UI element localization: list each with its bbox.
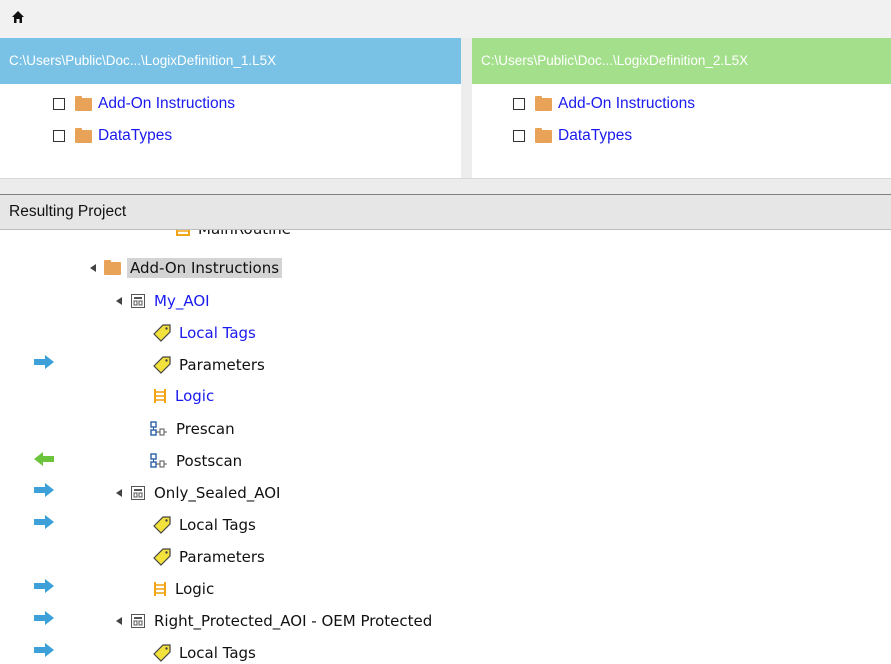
checkbox[interactable] bbox=[53, 98, 65, 110]
tree-row-postscan[interactable]: Postscan bbox=[150, 448, 242, 474]
tree-row-mainroutine[interactable]: MainRoutine bbox=[176, 230, 291, 242]
checkbox[interactable] bbox=[53, 130, 65, 142]
toolbar bbox=[0, 0, 891, 38]
tree-item-label: Only_Sealed_AOI bbox=[154, 484, 281, 502]
folder-icon bbox=[104, 259, 121, 275]
tree-item-label: MainRoutine bbox=[198, 230, 291, 238]
tag-icon bbox=[153, 356, 171, 374]
tree-item-label: DataTypes bbox=[558, 127, 633, 144]
left-tree-item-datatypes[interactable]: DataTypes bbox=[53, 126, 172, 146]
tree-row-logic-2[interactable]: Logic bbox=[153, 576, 214, 602]
right-arrow-icon[interactable] bbox=[33, 611, 55, 630]
tree-item-label: Right_Protected_AOI - OEM Protected bbox=[154, 612, 433, 630]
resulting-project-tree: MainRoutine Add-On Instructions My_AOI L… bbox=[0, 230, 891, 664]
expand-triangle-icon[interactable] bbox=[116, 617, 122, 625]
tree-item-label: Logic bbox=[175, 580, 215, 598]
tree-row-addon-instructions[interactable]: Add-On Instructions bbox=[90, 255, 283, 281]
right-arrow-icon[interactable] bbox=[33, 515, 55, 534]
expand-triangle-icon[interactable] bbox=[90, 264, 96, 272]
right-arrow-icon[interactable] bbox=[33, 355, 55, 374]
tree-row-parameters-2[interactable]: Parameters bbox=[153, 544, 265, 570]
aoi-icon bbox=[130, 613, 146, 629]
right-arrow-icon[interactable] bbox=[33, 643, 55, 662]
tag-icon bbox=[153, 644, 171, 662]
right-project-path: C:\Users\Public\Doc...\LogixDefinition_2… bbox=[472, 38, 891, 84]
tree-row-local-tags[interactable]: Local Tags bbox=[153, 320, 256, 346]
tree-item-label: Add-On Instructions bbox=[558, 95, 695, 112]
scan-icon bbox=[150, 421, 168, 437]
tree-item-label: DataTypes bbox=[98, 127, 173, 144]
tree-item-label: Local Tags bbox=[179, 324, 256, 342]
expand-triangle-icon[interactable] bbox=[116, 297, 122, 305]
scan-icon bbox=[150, 453, 168, 469]
tree-item-label: Parameters bbox=[179, 356, 265, 374]
tree-row-logic[interactable]: Logic bbox=[153, 383, 214, 409]
resulting-project-header: Resulting Project bbox=[0, 194, 891, 230]
tree-item-label: My_AOI bbox=[154, 292, 210, 310]
left-project-path: C:\Users\Public\Doc...\LogixDefinition_1… bbox=[0, 38, 461, 84]
right-arrow-icon[interactable] bbox=[33, 579, 55, 598]
folder-icon bbox=[535, 95, 552, 111]
horizontal-splitter[interactable] bbox=[0, 178, 891, 194]
tree-item-label: Local Tags bbox=[179, 516, 256, 534]
logic-icon bbox=[153, 388, 167, 404]
folder-icon bbox=[75, 127, 92, 143]
tree-item-label: Parameters bbox=[179, 548, 265, 566]
tree-row-my-aoi[interactable]: My_AOI bbox=[116, 288, 210, 314]
expand-triangle-icon[interactable] bbox=[116, 489, 122, 497]
tree-item-label: Logic bbox=[175, 387, 215, 405]
left-arrow-icon[interactable] bbox=[33, 452, 55, 471]
tree-row-prescan[interactable]: Prescan bbox=[150, 416, 235, 442]
tree-item-label: Add-On Instructions bbox=[98, 95, 235, 112]
tree-item-label: Prescan bbox=[176, 420, 235, 438]
logic-icon bbox=[176, 230, 190, 236]
tree-row-right-protected-aoi[interactable]: Right_Protected_AOI - OEM Protected bbox=[116, 608, 432, 634]
tree-item-label: Postscan bbox=[176, 452, 243, 470]
checkbox[interactable] bbox=[513, 130, 525, 142]
right-tree-item-addon[interactable]: Add-On Instructions bbox=[513, 94, 695, 114]
folder-icon bbox=[75, 95, 92, 111]
logic-icon bbox=[153, 581, 167, 597]
tag-icon bbox=[153, 324, 171, 342]
right-tree-item-datatypes[interactable]: DataTypes bbox=[513, 126, 632, 146]
folder-icon bbox=[535, 127, 552, 143]
aoi-icon bbox=[130, 293, 146, 309]
tree-item-label: Local Tags bbox=[179, 644, 256, 662]
home-icon[interactable] bbox=[11, 10, 25, 29]
tree-row-local-tags-2[interactable]: Local Tags bbox=[153, 512, 256, 538]
tag-icon bbox=[153, 548, 171, 566]
tag-icon bbox=[153, 516, 171, 534]
right-arrow-icon[interactable] bbox=[33, 483, 55, 502]
tree-row-local-tags-3[interactable]: Local Tags bbox=[153, 640, 256, 664]
aoi-icon bbox=[130, 485, 146, 501]
tree-row-only-sealed-aoi[interactable]: Only_Sealed_AOI bbox=[116, 480, 280, 506]
left-tree-item-addon[interactable]: Add-On Instructions bbox=[53, 94, 235, 114]
tree-item-label: Add-On Instructions bbox=[127, 258, 283, 278]
tree-row-parameters[interactable]: Parameters bbox=[153, 352, 265, 378]
vertical-splitter[interactable] bbox=[461, 38, 472, 178]
checkbox[interactable] bbox=[513, 98, 525, 110]
